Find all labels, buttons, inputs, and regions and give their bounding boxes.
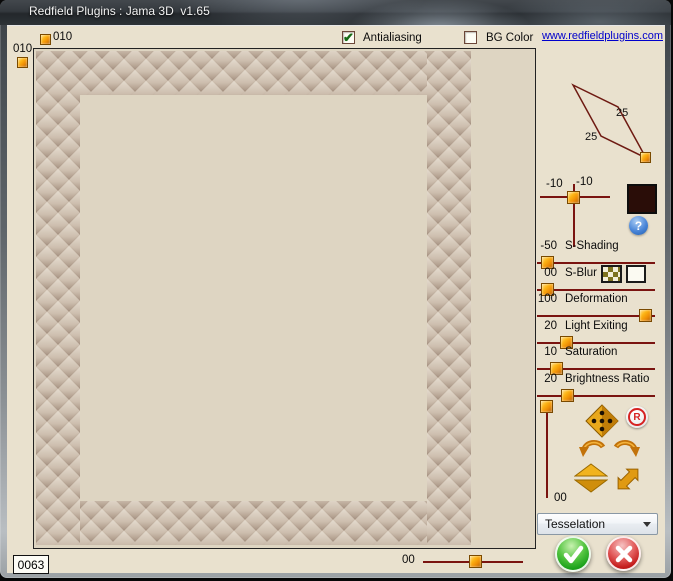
vertical-slider-track[interactable]: [546, 406, 548, 498]
slider-value: 20: [535, 320, 557, 332]
antialiasing-checkbox[interactable]: ✔: [342, 31, 355, 44]
slider-name: S-Blur: [565, 267, 597, 279]
r-letter: R: [628, 408, 646, 426]
bottom-slider-handle[interactable]: [469, 555, 482, 568]
bg-color-checkbox[interactable]: ✔: [464, 31, 477, 44]
check-icon: ✔: [343, 32, 354, 43]
slider-name: S-Shading: [565, 240, 619, 252]
slider-handle[interactable]: [561, 389, 574, 402]
cross-x-value: -10: [546, 178, 563, 190]
dropdown-selected-value: Tesselation: [545, 517, 643, 531]
slider-track[interactable]: [537, 368, 655, 370]
slider-track[interactable]: [537, 315, 655, 317]
blur-pattern-button[interactable]: [601, 265, 622, 283]
slider-value: 10: [535, 346, 557, 358]
top-offset-label: 010: [53, 31, 72, 43]
preview-canvas: [33, 48, 536, 549]
slider-name: Light Exiting: [565, 320, 628, 332]
blur-color-swatch-button[interactable]: [626, 265, 646, 283]
bg-color-label: BG Color: [486, 32, 533, 44]
rotate-right-icon[interactable]: [610, 437, 640, 459]
frame-counter: 0063: [13, 555, 49, 574]
slider-value: 00: [535, 267, 557, 279]
tile-shape-handle[interactable]: [640, 152, 651, 163]
preview-pattern-strip-right: [427, 51, 471, 545]
tile-width-value: 25: [616, 107, 628, 119]
bottom-slider-label: 00: [402, 554, 415, 566]
tile-shape-control: 25 25: [532, 71, 662, 191]
slider-value: -50: [535, 240, 557, 252]
slider-name: Brightness Ratio: [565, 373, 649, 385]
cancel-button[interactable]: [606, 536, 641, 571]
plugin-window: Redfield Plugins : Jama 3D v1.65 ✔ Antia…: [0, 0, 671, 578]
slider-label: 10 Saturation: [535, 346, 667, 358]
check-icon: [560, 541, 586, 567]
chevron-down-icon: [643, 522, 651, 527]
slider-track[interactable]: [537, 342, 655, 344]
slider-track[interactable]: [537, 395, 655, 397]
x-icon: [612, 542, 636, 566]
slider-label: 20 Light Exiting: [535, 320, 667, 332]
vertical-slider-label: 00: [554, 492, 567, 504]
slider-label: -50 S-Shading: [535, 240, 667, 252]
flip-vertical-icon[interactable]: [574, 463, 608, 493]
website-link[interactable]: www.redfieldplugins.com: [535, 30, 663, 42]
randomize-dice-icon[interactable]: [585, 404, 619, 438]
slider-label: 20 Brightness Ratio: [535, 373, 667, 385]
antialiasing-label: Antialiasing: [363, 32, 422, 44]
slider-name: Deformation: [565, 293, 628, 305]
slider-track[interactable]: [537, 289, 655, 291]
border-color-swatch[interactable]: [627, 184, 657, 214]
top-offset-handle[interactable]: [40, 34, 51, 45]
title-bar[interactable]: Redfield Plugins : Jama 3D v1.65: [0, 0, 671, 25]
rotate-left-icon[interactable]: [579, 437, 609, 459]
left-offset-label: 010: [13, 43, 32, 55]
window-title: Redfield Plugins : Jama 3D v1.65: [29, 4, 210, 18]
help-icon[interactable]: ?: [629, 216, 648, 235]
slider-track[interactable]: [537, 262, 655, 264]
slider-value: 100: [535, 293, 557, 305]
ok-button[interactable]: [555, 536, 591, 572]
cross-slider-handle[interactable]: [567, 191, 580, 204]
slider-name: Saturation: [565, 346, 617, 358]
slider-row-brightness-ratio: 20 Brightness Ratio: [535, 373, 667, 407]
reset-r-icon[interactable]: R: [626, 406, 648, 428]
tile-height-value: 25: [585, 131, 597, 143]
vertical-slider-handle[interactable]: [540, 400, 553, 413]
cross-y-value: -10: [576, 176, 593, 188]
dialog-body: ✔ Antialiasing ✔ BG Color www.redfieldpl…: [7, 25, 665, 573]
preview-pattern-strip-top: [36, 51, 471, 95]
left-offset-handle[interactable]: [17, 57, 28, 68]
slider-value: 20: [535, 373, 557, 385]
preview-pattern-strip-left: [36, 51, 80, 545]
tesselation-dropdown[interactable]: Tesselation: [537, 513, 658, 535]
screenshot-root: Redfield Plugins : Jama 3D v1.65 ✔ Antia…: [0, 0, 673, 581]
preview-pattern-strip-bottom: [36, 501, 471, 545]
diagonal-arrow-icon[interactable]: [612, 463, 644, 495]
slider-label: 100 Deformation: [535, 293, 667, 305]
